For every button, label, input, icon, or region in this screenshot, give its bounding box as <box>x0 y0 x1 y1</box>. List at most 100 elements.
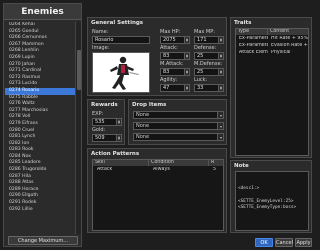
mattack-spin-arrows-icon[interactable] <box>184 69 189 75</box>
apply-button[interactable]: Apply <box>295 238 312 247</box>
action-row[interactable]: Attack Always 5 <box>93 167 223 173</box>
trait-row[interactable]: Ex-Parameter Evasion Rate + 5% <box>236 43 309 49</box>
drop-item-2-value: None <box>136 123 150 129</box>
note-line-1: <desc1:> <box>238 186 260 191</box>
enemy-list-item[interactable]: 0269 Lupin <box>5 55 75 62</box>
maxhp-value: 2075 <box>163 37 176 43</box>
enemy-list[interactable]: 0264 Kehai 0265 Gondul 0266 Cernunnos 0267 … <box>5 22 75 234</box>
enemy-list-item[interactable]: 0292 Lillie <box>5 207 75 214</box>
attack-value: 83 <box>163 53 170 59</box>
gold-spinner[interactable]: 509 <box>92 134 122 142</box>
drop-item-2-combo[interactable]: None <box>133 122 224 130</box>
drop-item-1-combo[interactable]: None <box>133 111 224 119</box>
enemy-list-item[interactable]: 0271 Cardinal <box>5 68 75 75</box>
luck-value: 33 <box>197 85 204 91</box>
maxmp-value: 171 <box>197 37 207 43</box>
note-textarea[interactable]: <desc1:> <SETTE_EnemyLevel:25> <SETTE_En… <box>235 171 309 231</box>
enemy-list-item[interactable]: 0279 Eifrans <box>5 121 75 128</box>
maxhp-label: Max HP: <box>160 29 181 35</box>
trait-type: Ex-Parameter <box>239 36 268 41</box>
luck-label: Luck: <box>194 77 208 83</box>
enemy-list-item[interactable]: 0283 Rook <box>5 147 75 154</box>
defense-label: Defense: <box>194 45 217 51</box>
trait-row[interactable]: Ex-Parameter Hit Rate + 95% <box>236 36 309 42</box>
maxmp-spin-arrows-icon[interactable] <box>218 37 223 43</box>
enemy-list-item[interactable]: 0264 Kehai <box>5 22 75 29</box>
defense-spin-arrows-icon[interactable] <box>218 53 223 59</box>
mdefense-value: 25 <box>197 69 204 75</box>
luck-spinner[interactable]: 33 <box>194 84 224 92</box>
ok-button[interactable]: OK <box>255 238 273 247</box>
action-patterns-panel: Action Patterns Skill Condition R Attack… <box>87 148 227 233</box>
luck-spin-arrows-icon[interactable] <box>218 85 223 91</box>
enemy-list-item[interactable]: 0288 Atlas <box>5 180 75 187</box>
enemy-list-item[interactable]: 0278 Voll <box>5 114 75 121</box>
drop-item-3-dropdown-icon[interactable] <box>217 134 223 140</box>
trait-row[interactable]: Attack Element Physical <box>236 50 309 56</box>
enemy-list-item[interactable]: 0276 Waltz <box>5 101 75 108</box>
enemy-list-scroll-thumb[interactable] <box>77 50 81 90</box>
note-title: Note <box>234 163 249 169</box>
trait-content: Hit Rate + 95% <box>271 36 309 41</box>
enemy-list-scrollbar[interactable] <box>75 22 81 234</box>
enemy-list-item[interactable]: 0291 Rodek <box>5 200 75 207</box>
cancel-button[interactable]: Cancel <box>275 238 293 247</box>
agility-value: 47 <box>163 85 170 91</box>
enemy-list-item[interactable]: 0286 Trugoroldo <box>5 167 75 174</box>
general-settings-panel: General Settings Name: Rosario Max HP: 2… <box>87 17 227 96</box>
enemy-list-item[interactable]: 0268 Lenhlin <box>5 48 75 55</box>
rewards-panel: Rewards EXP: 535 Gold: 509 <box>87 99 125 145</box>
action-col-r[interactable]: R <box>209 160 224 166</box>
action-rating: 5 <box>213 167 217 172</box>
enemy-list-item[interactable]: 0273 Lucido <box>5 81 75 88</box>
action-patterns-table[interactable]: Skill Condition R Attack Always 5 <box>92 159 224 231</box>
attack-spin-arrows-icon[interactable] <box>184 53 189 59</box>
defense-spinner[interactable]: 25 <box>194 52 224 60</box>
mdefense-spinner[interactable]: 25 <box>194 68 224 76</box>
traits-col-type[interactable]: Type <box>236 29 268 35</box>
action-col-condition[interactable]: Condition <box>149 160 209 166</box>
action-skill: Attack <box>97 167 113 172</box>
mattack-label: M.Attack: <box>160 61 184 67</box>
rewards-title: Rewards <box>91 102 118 108</box>
exp-spinner[interactable]: 535 <box>92 118 122 126</box>
traits-col-content[interactable]: Content <box>268 29 309 35</box>
mdefense-spin-arrows-icon[interactable] <box>218 69 223 75</box>
drop-items-title: Drop Items <box>132 102 167 108</box>
mattack-spinner[interactable]: 83 <box>160 68 190 76</box>
enemies-header: Enemies <box>4 4 81 20</box>
note-panel: Note <desc1:> <SETTE_EnemyLevel:25> <SET… <box>230 160 312 233</box>
enemy-list-item[interactable]: 0274 Rosario <box>5 87 75 95</box>
change-maximum-button[interactable]: Change Maximum... <box>8 236 78 245</box>
maxhp-spin-arrows-icon[interactable] <box>184 37 189 43</box>
note-line-3: <SETTE_EnemyType:boss> <box>238 205 297 210</box>
maxhp-spinner[interactable]: 2075 <box>160 36 190 44</box>
drop-item-1-dropdown-icon[interactable] <box>217 112 223 118</box>
gold-spin-arrows-icon[interactable] <box>116 135 121 141</box>
trait-content: Evasion Rate + 5% <box>271 43 309 48</box>
drop-item-2-dropdown-icon[interactable] <box>217 123 223 129</box>
maxmp-spinner[interactable]: 171 <box>194 36 224 44</box>
traits-table[interactable]: Type Content Ex-Parameter Hit Rate + 95%… <box>235 28 309 156</box>
enemies-title: Enemies <box>21 7 64 17</box>
agility-spinner[interactable]: 47 <box>160 84 190 92</box>
drop-item-3-combo[interactable]: None <box>133 133 224 141</box>
exp-spin-arrows-icon[interactable] <box>116 119 121 125</box>
general-settings-title: General Settings <box>91 20 144 26</box>
agility-label: Agility: <box>160 77 178 83</box>
attack-spinner[interactable]: 83 <box>160 52 190 60</box>
exp-label: EXP: <box>92 111 104 117</box>
image-label: Image: <box>92 45 110 51</box>
action-col-skill[interactable]: Skill <box>93 160 149 166</box>
gold-label: Gold: <box>92 127 106 133</box>
traits-panel: Traits Type Content Ex-Parameter Hit Rat… <box>230 17 312 158</box>
enemy-list-item[interactable]: 0281 Lynch <box>5 134 75 141</box>
traits-title: Traits <box>234 20 252 26</box>
agility-spin-arrows-icon[interactable] <box>184 85 189 91</box>
drop-item-3-value: None <box>136 134 150 140</box>
action-condition: Always <box>153 167 170 172</box>
name-field[interactable]: Rosario <box>92 36 150 44</box>
enemy-image-box[interactable] <box>92 52 150 93</box>
name-label: Name: <box>92 29 109 35</box>
enemy-list-item[interactable]: 0266 Cernunnos <box>5 35 75 42</box>
